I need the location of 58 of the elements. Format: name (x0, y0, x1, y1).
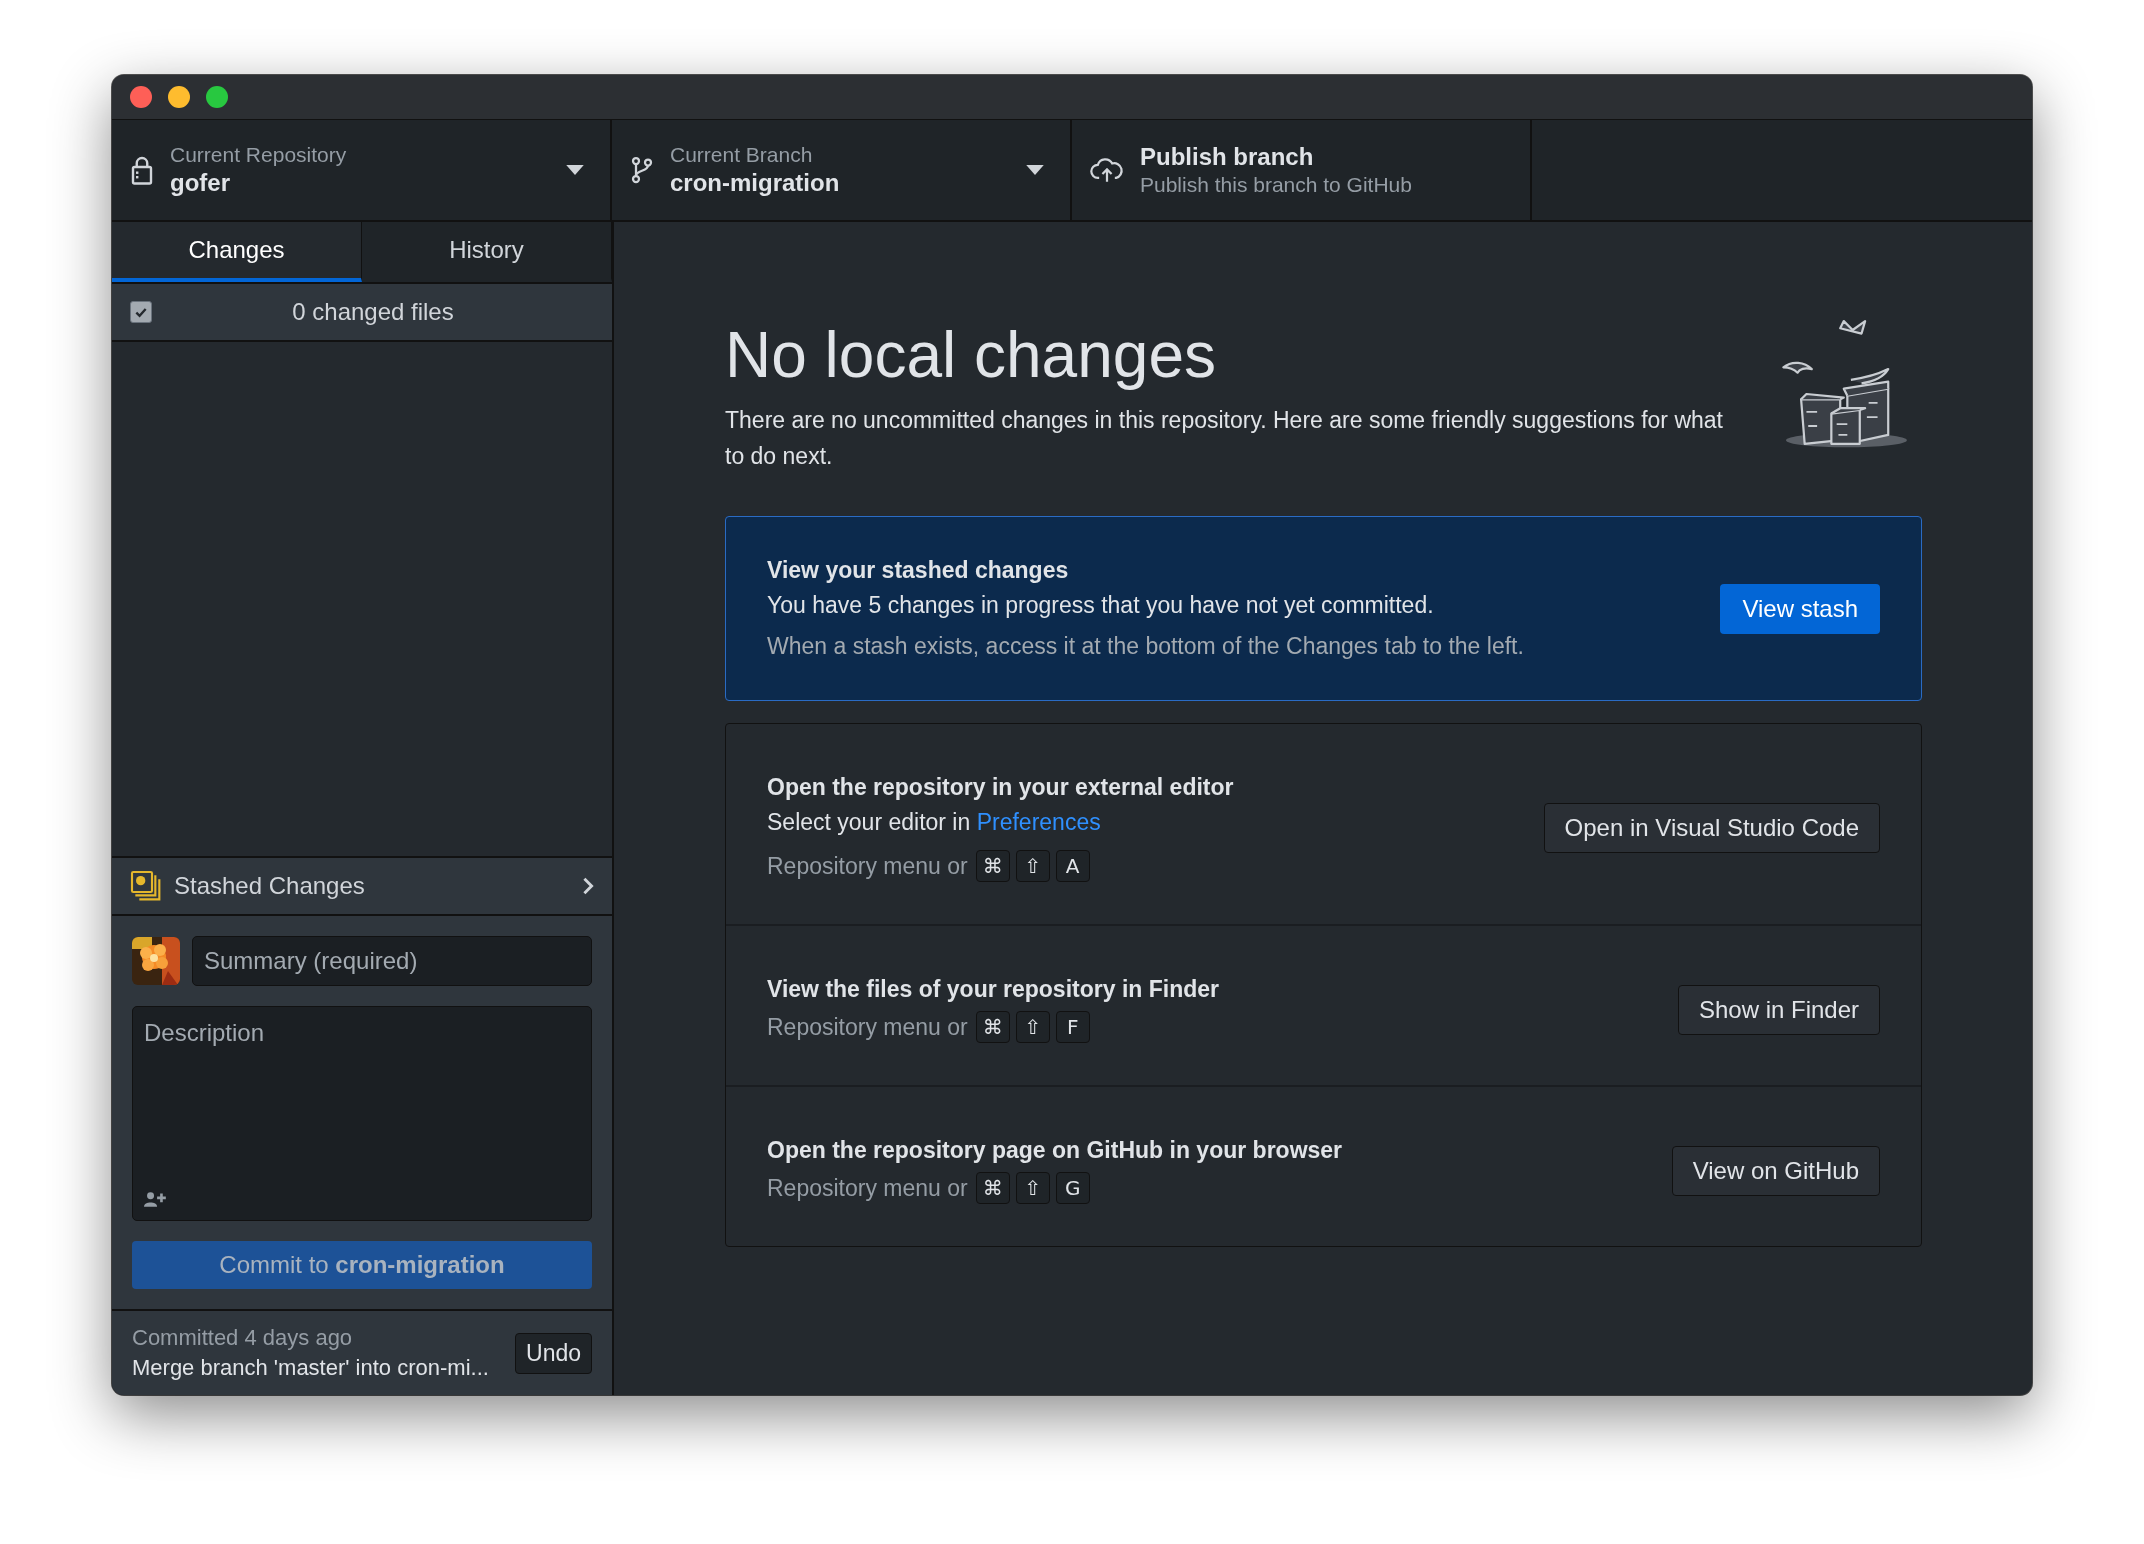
chevron-right-icon (582, 876, 594, 896)
key-cap: ⇧ (1015, 1011, 1050, 1043)
key-cap: A (1055, 850, 1090, 882)
repository-dropdown[interactable]: Current Repository gofer (112, 120, 612, 220)
caret-icon (566, 165, 584, 175)
description-text: There are no uncommitted changes in this repository. Here are some friendly suggestions for what to do next. (725, 406, 1724, 471)
heading: No local changes (725, 318, 1217, 392)
publish-button[interactable]: Publish branch Publish this branch to GitHub (1072, 120, 1532, 220)
key-cap: ⌘ (975, 1172, 1010, 1204)
suggestion-button[interactable]: View on GitHub (1671, 1145, 1880, 1196)
checkbox[interactable] (130, 301, 152, 323)
tab[interactable]: Changes (112, 222, 362, 282)
stashed-changes-row[interactable]: Stashed Changes (112, 856, 612, 916)
summary-field[interactable]: Summary (required) (192, 936, 592, 986)
preferences-link[interactable]: Preferences (976, 809, 1101, 835)
add-person-icon[interactable] (144, 1191, 168, 1207)
key-cap: ⇧ (1015, 850, 1050, 882)
suggestion-button[interactable]: Show in Finder (1677, 984, 1880, 1035)
suggestion-text: Select your editor in (767, 809, 972, 835)
card-text: You have 5 changes in progress that you have not yet committed. (767, 592, 1435, 619)
toolbar-value: gofer (170, 169, 231, 197)
suggestion-title: Open the repository in your external editor (767, 774, 1235, 801)
description-field[interactable]: Description (132, 1006, 592, 1221)
key-cap: ⇧ (1015, 1172, 1050, 1204)
key-cap: ⌘ (975, 1011, 1010, 1043)
branch-dropdown[interactable]: Current Branch cron-migration (612, 120, 1072, 220)
stash-icon (130, 870, 162, 902)
card-hint: When a stash exists, access it at the bottom of the Changes tab to the left. (767, 633, 1525, 660)
commit-button[interactable]: Commit to cron-migration (132, 1241, 592, 1289)
zoom-button[interactable] (206, 86, 228, 108)
shortcut-hint: Repository menu or (767, 852, 968, 880)
suggestion-title: Open the repository page on GitHub in your browser (767, 1137, 1344, 1164)
lock-icon (130, 155, 154, 185)
changed-files-count: 0 changed files (291, 298, 455, 326)
commit-time: Committed 4 days ago (132, 1325, 354, 1351)
shortcut-hint: Repository menu or (767, 1013, 968, 1041)
toolbar-value: Publish this branch to GitHub (1140, 173, 1413, 197)
close-button[interactable] (130, 86, 152, 108)
cloud-upload-icon (1090, 155, 1124, 185)
caret-icon (1026, 165, 1044, 175)
suggestion-title: View the files of your repository in Finder (767, 976, 1220, 1003)
key-cap: ⌘ (975, 850, 1010, 882)
minimize-button[interactable] (168, 86, 190, 108)
toolbar-label: Current Branch (670, 143, 814, 167)
undo-button[interactable]: Undo (515, 1332, 592, 1374)
key-cap: F (1055, 1011, 1090, 1043)
toolbar-label: Publish branch (1140, 143, 1315, 171)
toolbar-label: Current Repository (170, 143, 348, 167)
shortcut-hint: Repository menu or (767, 1174, 968, 1202)
commit-message: Merge branch 'master' into cron-mi... (132, 1355, 490, 1381)
tab[interactable]: History (362, 222, 612, 282)
stashed-changes-label: Stashed Changes (174, 872, 366, 900)
branch-icon (630, 155, 654, 185)
suggestion-button[interactable]: Open in Visual Studio Code (1543, 803, 1880, 853)
card-title: View your stashed changes (767, 557, 1070, 584)
view-stash-button[interactable]: View stash (1720, 583, 1880, 634)
toolbar-value: cron-migration (670, 169, 841, 197)
key-cap: G (1055, 1172, 1090, 1204)
